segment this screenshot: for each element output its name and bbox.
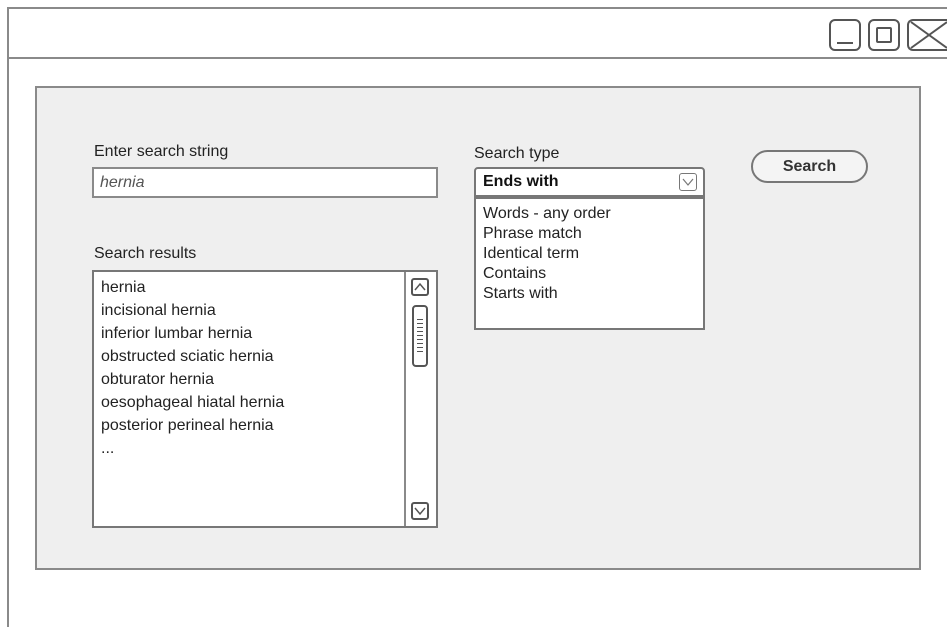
maximize-icon: [876, 27, 892, 43]
results-items: hernia incisional hernia inferior lumbar…: [101, 276, 284, 460]
list-item-ellipsis: ...: [101, 440, 115, 457]
search-type-options: Words - any order Phrase match Identical…: [483, 204, 611, 304]
search-type-label: Search type: [474, 145, 560, 162]
option-contains[interactable]: Contains: [483, 264, 611, 284]
chevron-down-icon: [414, 507, 426, 516]
search-type-dropdown: Words - any order Phrase match Identical…: [474, 197, 705, 330]
minimize-button[interactable]: [829, 19, 861, 51]
results-scrollbar[interactable]: [404, 272, 436, 526]
close-button[interactable]: [907, 19, 947, 51]
dropdown-toggle[interactable]: [679, 173, 697, 191]
search-type-selected: Ends with: [483, 173, 559, 190]
option-starts-with[interactable]: Starts with: [483, 284, 611, 304]
grip-icon: [417, 319, 423, 355]
list-item[interactable]: oesophageal hiatal hernia: [101, 391, 284, 414]
list-item[interactable]: hernia: [101, 276, 284, 299]
list-item[interactable]: inferior lumbar hernia: [101, 322, 284, 345]
minimize-icon: [837, 42, 853, 44]
title-bar: [7, 7, 947, 59]
search-string-label: Enter search string: [94, 143, 229, 160]
list-item[interactable]: obturator hernia: [101, 368, 284, 391]
scroll-up-button[interactable]: [411, 278, 429, 296]
list-item[interactable]: posterior perineal hernia: [101, 414, 284, 437]
list-item[interactable]: obstructed sciatic hernia: [101, 345, 284, 368]
search-button[interactable]: Search: [751, 150, 868, 183]
search-type-select[interactable]: Ends with: [474, 167, 705, 197]
search-results-list[interactable]: hernia incisional hernia inferior lumbar…: [92, 270, 438, 528]
maximize-button[interactable]: [868, 19, 900, 51]
option-identical-term[interactable]: Identical term: [483, 244, 611, 264]
chevron-up-icon: [414, 282, 426, 291]
chevron-down-icon: [682, 178, 694, 186]
option-words-any-order[interactable]: Words - any order: [483, 204, 611, 224]
option-phrase-match[interactable]: Phrase match: [483, 224, 611, 244]
search-results-label: Search results: [94, 245, 197, 262]
close-icon: [910, 21, 947, 49]
scroll-thumb[interactable]: [412, 305, 428, 367]
scroll-down-button[interactable]: [411, 502, 429, 520]
list-item[interactable]: incisional hernia: [101, 299, 284, 322]
search-input[interactable]: [92, 167, 438, 198]
